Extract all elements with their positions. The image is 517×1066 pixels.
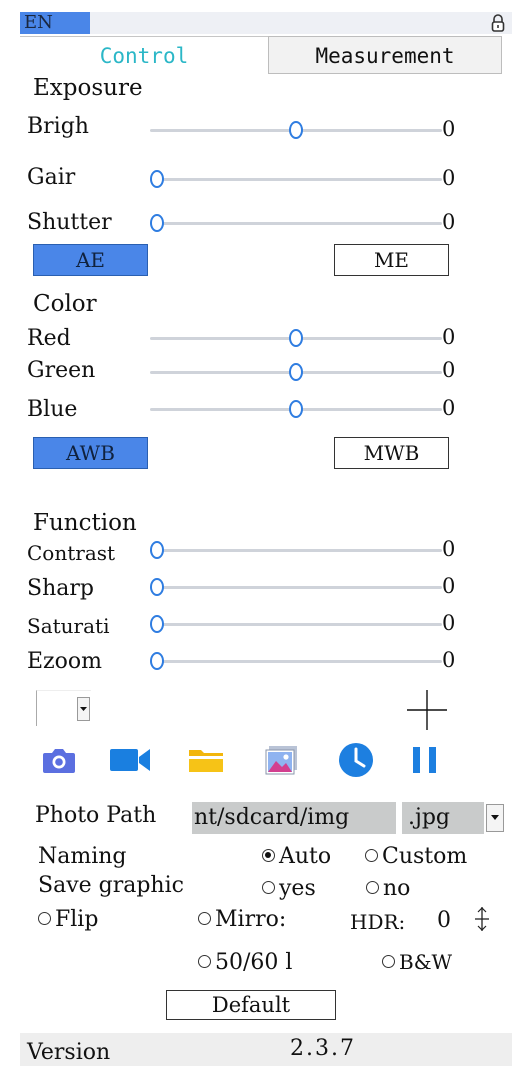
format-dropdown-chevron-down-icon[interactable] [486,804,504,832]
slider-thumb[interactable] [150,214,164,232]
radio-icon [262,880,275,894]
blue-value: 0 [442,396,456,420]
pause-icon[interactable] [408,742,442,778]
flip-checkbox[interactable]: Flip [38,907,98,933]
slider-thumb[interactable] [150,170,164,188]
clock-icon[interactable] [336,740,376,780]
slider-track [150,222,442,225]
radio-icon [198,911,211,925]
bw-checkbox[interactable]: B&W [382,950,452,974]
red-label: Red [27,326,71,351]
mirror-label: Mirro: [215,907,287,932]
frequency-checkbox[interactable]: 50/60 l [198,950,338,975]
hdr-label: HDR: [350,910,406,934]
slider-track [150,623,442,626]
version-value: 2.3.7 [290,1036,356,1061]
slider-track [150,586,442,589]
naming-auto-label: Auto [279,844,332,869]
brightness-value: 0 [442,117,456,141]
green-value: 0 [442,358,456,382]
sharp-value: 0 [442,574,456,598]
slider-thumb[interactable] [289,400,303,418]
radio-icon [198,954,211,968]
save-graphic-label: Save graphic [38,873,184,898]
gain-value: 0 [442,166,456,190]
sharp-label: Sharp [27,576,94,601]
version-label: Version [27,1040,111,1065]
gain-label: Gair [27,165,76,190]
save-yes-label: yes [279,876,316,901]
camera-icon[interactable] [41,742,77,778]
save-yes-radio[interactable]: yes [262,876,316,901]
green-label: Green [27,358,96,383]
default-button[interactable]: Default [166,990,336,1020]
radio-selected-icon [262,848,275,862]
save-no-label: no [383,876,411,901]
flip-label: Flip [55,907,99,932]
overlay-dropdown[interactable] [36,690,91,726]
bw-label: B&W [399,950,453,974]
radio-icon [382,955,395,968]
chevron-down-icon[interactable] [77,697,90,721]
ezoom-value: 0 [442,648,456,672]
saturation-value: 0 [442,611,456,635]
radio-icon [366,880,379,894]
photo-path-label: Photo Path [35,803,157,828]
language-button[interactable]: EN [20,12,90,34]
slider-track [150,178,442,181]
saturation-label: Saturati [27,614,110,638]
photo-path-input[interactable]: nt/sdcard/img [192,802,396,834]
mirror-checkbox[interactable]: Mirro: [198,907,332,932]
slider-thumb[interactable] [150,652,164,670]
red-value: 0 [442,325,456,349]
shutter-value: 0 [442,210,456,234]
awb-button[interactable]: AWB [33,437,148,469]
ae-button[interactable]: AE [33,244,148,276]
slider-thumb[interactable] [289,329,303,347]
hdr-spinner[interactable] [470,904,494,934]
contrast-label: Contrast [27,541,116,565]
naming-custom-label: Custom [382,844,468,869]
ezoom-label: Ezoom [27,649,103,674]
format-select[interactable]: .jpg [402,802,484,834]
frequency-label: 50/60 l [215,950,293,975]
naming-auto-radio[interactable]: Auto [262,844,331,869]
lock-icon[interactable] [488,12,508,34]
top-bar [20,12,512,34]
naming-custom-radio[interactable]: Custom [365,844,467,869]
save-no-radio[interactable]: no [366,876,410,901]
tab-control[interactable]: Control [20,36,268,74]
folder-icon[interactable] [186,742,226,778]
slider-thumb[interactable] [150,541,164,559]
slider-thumb[interactable] [150,615,164,633]
slider-thumb[interactable] [150,578,164,596]
hdr-value: 0 [437,908,451,933]
exposure-section-title: Exposure [33,75,143,101]
radio-icon [365,848,378,862]
gallery-icon[interactable] [262,742,302,778]
tab-measurement[interactable]: Measurement [268,36,502,74]
video-icon[interactable] [108,742,152,778]
slider-thumb[interactable] [289,363,303,381]
brightness-label: Brigh [27,114,89,139]
mwb-button[interactable]: MWB [334,437,449,469]
me-button[interactable]: ME [334,244,449,276]
shutter-label: Shutter [27,210,112,235]
slider-thumb[interactable] [289,121,303,139]
function-section-title: Function [33,510,137,536]
slider-track [150,660,442,663]
radio-icon [38,911,51,925]
blue-label: Blue [27,397,78,422]
crosshair-icon[interactable] [404,687,450,733]
contrast-value: 0 [442,537,456,561]
naming-label: Naming [38,844,127,869]
color-section-title: Color [33,291,97,317]
slider-track [150,549,442,552]
